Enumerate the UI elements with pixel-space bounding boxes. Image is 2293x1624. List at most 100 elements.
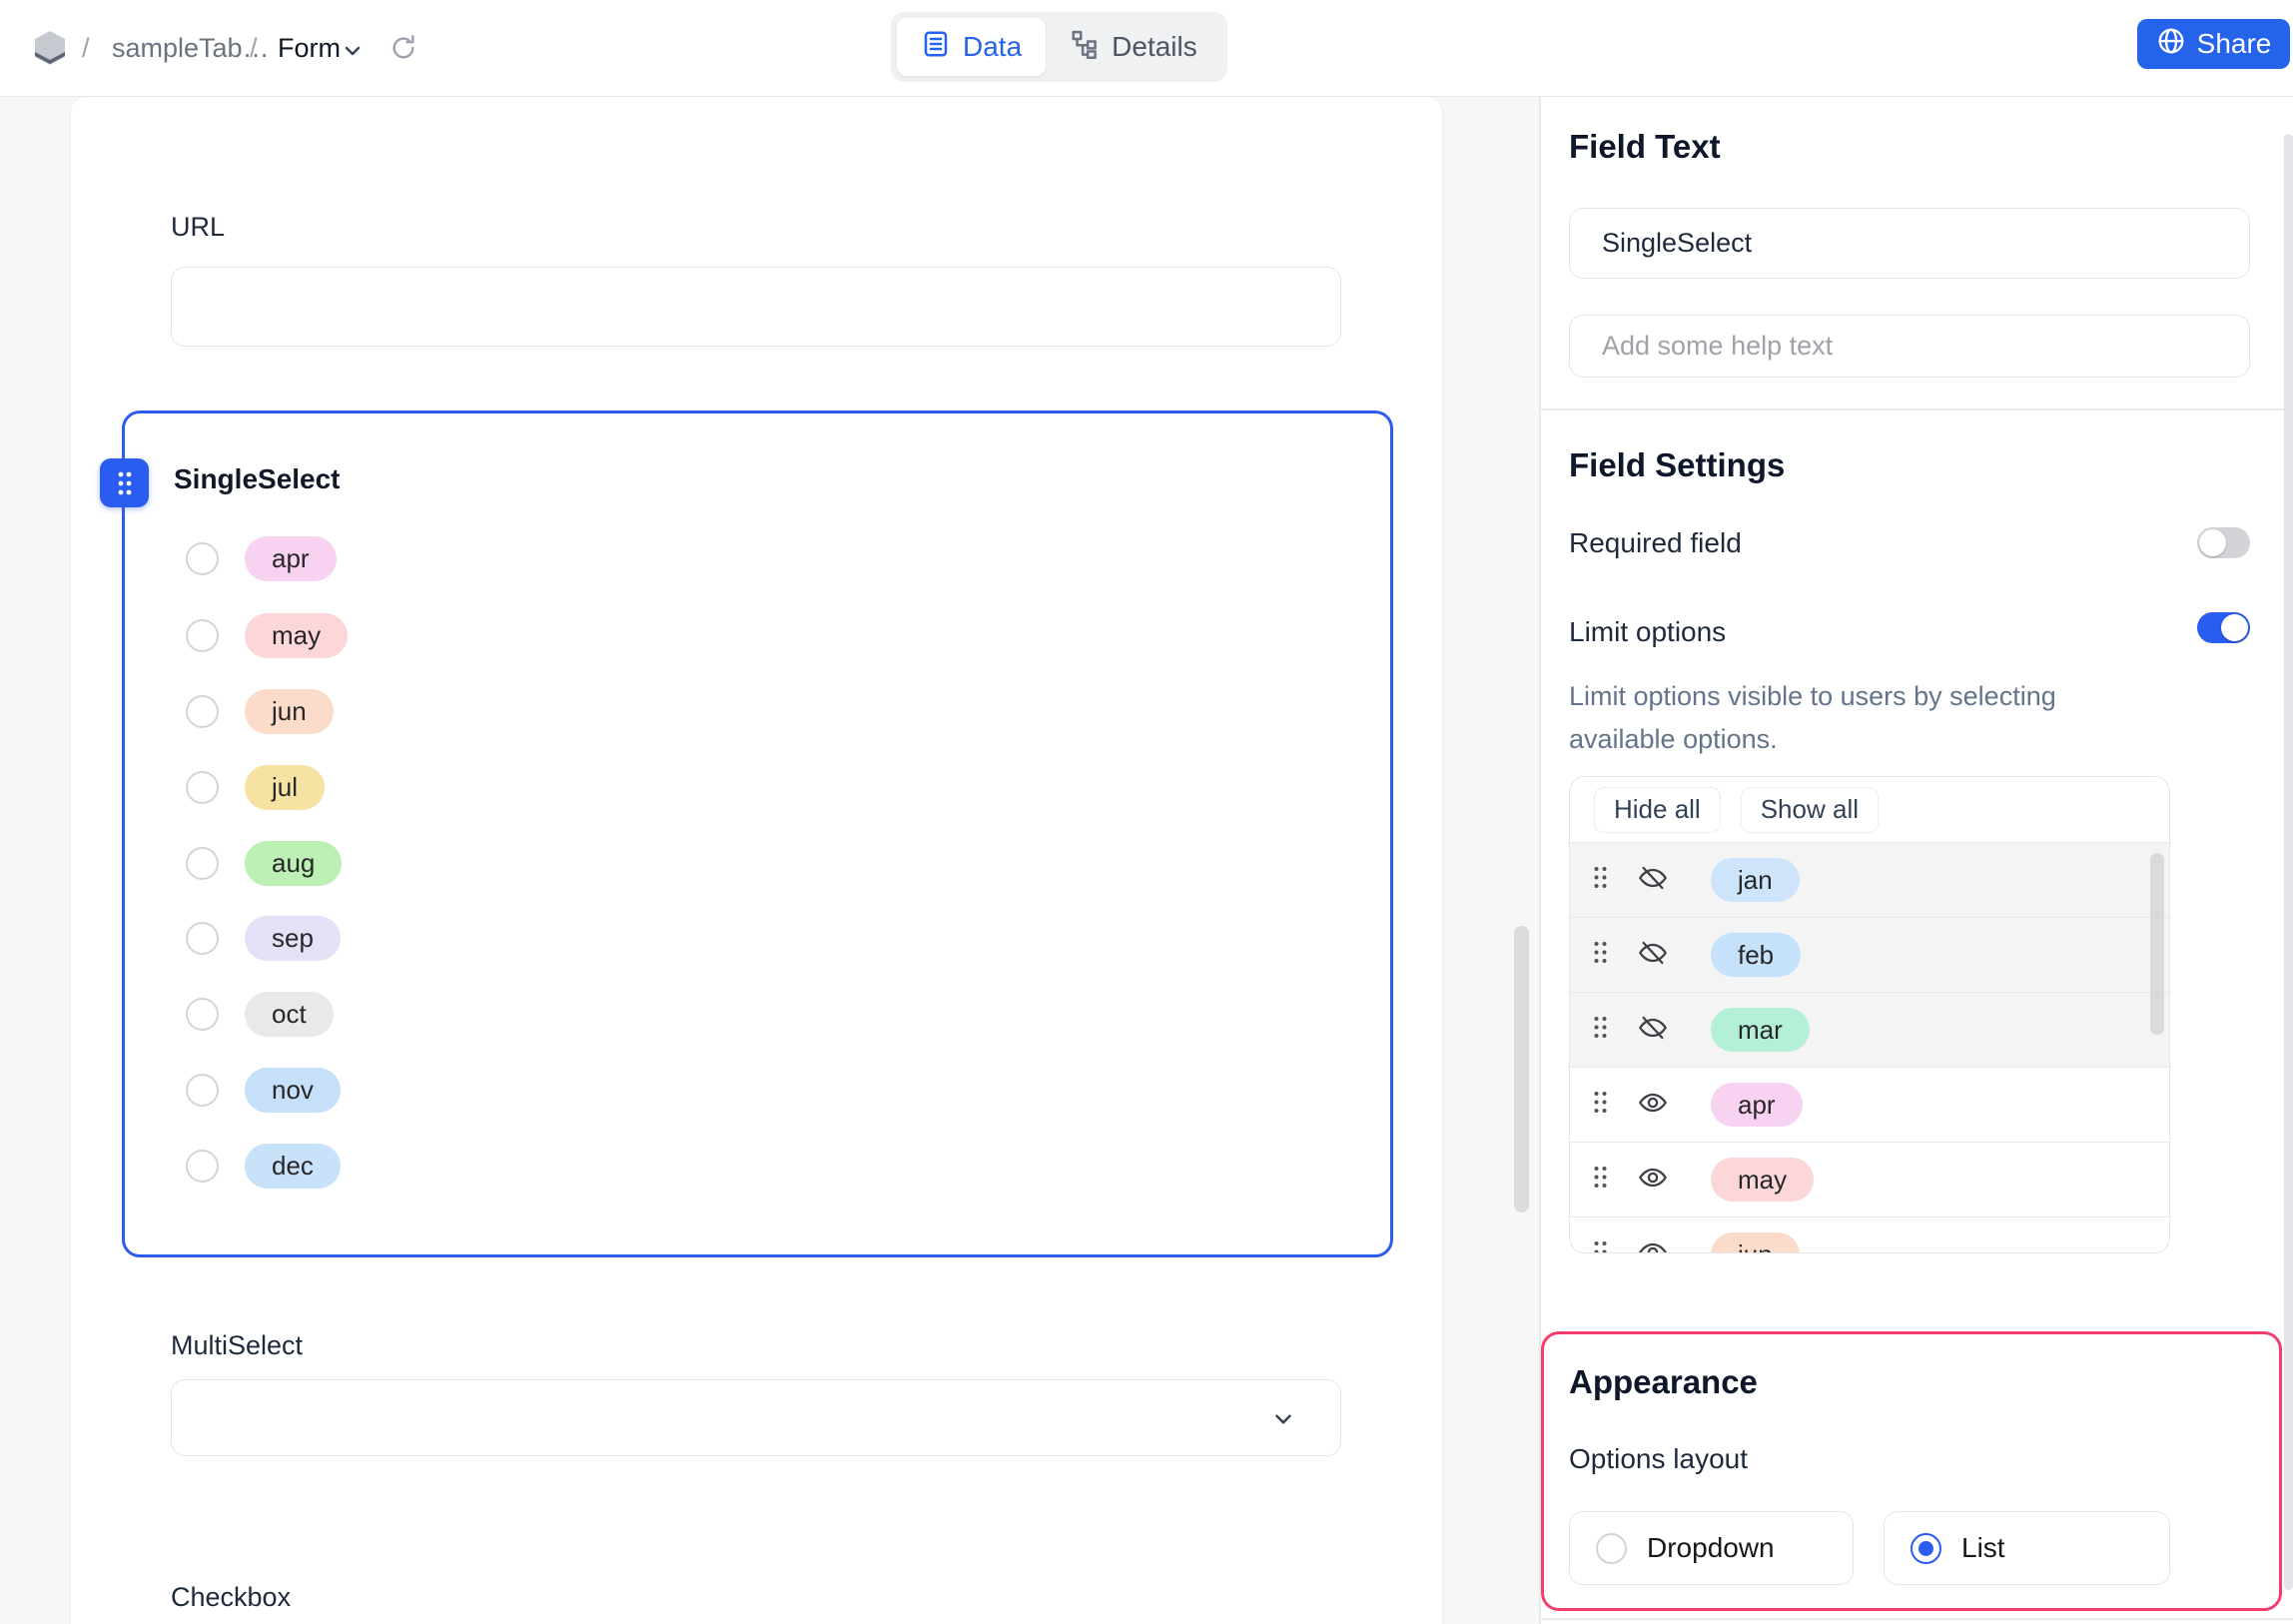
share-button[interactable]: Share (2137, 19, 2290, 69)
limit-options-toggle[interactable] (2197, 612, 2250, 643)
app-root: / sampleTab… / Form Data Details Share U… (0, 0, 2293, 1624)
single-select-title: SingleSelect (174, 463, 341, 494)
top-header: / sampleTab… / Form Data Details Share (0, 0, 2293, 97)
tab-details-label: Details (1112, 31, 1197, 62)
multi-select-dropdown[interactable] (171, 1379, 1341, 1456)
canvas-scrollbar[interactable] (1514, 926, 1529, 1213)
section-divider (1541, 1618, 2293, 1620)
grip-dots-icon[interactable] (1592, 1089, 1609, 1121)
options-list-header: Hide all Show all (1570, 777, 2169, 843)
tab-details[interactable]: Details (1046, 18, 1221, 76)
show-all-button[interactable]: Show all (1740, 786, 1879, 833)
option-row-oct[interactable]: oct (186, 991, 334, 1037)
limit-options-label: Limit options (1569, 616, 1727, 647)
option-pill: apr (245, 535, 337, 581)
radio-icon[interactable] (186, 921, 219, 955)
required-field-label: Required field (1569, 527, 1742, 558)
list-row-mar[interactable]: mar (1570, 993, 2169, 1068)
grip-dots-icon[interactable] (1592, 939, 1609, 971)
option-pill: jan (1711, 858, 1800, 902)
option-pill: oct (245, 991, 334, 1037)
options-layout-label: Options layout (1569, 1443, 1748, 1474)
data-doc-icon (921, 29, 951, 66)
option-pill: apr (1711, 1083, 1803, 1127)
url-field-label: URL (171, 212, 226, 242)
layout-choice-list[interactable]: List (1884, 1511, 2170, 1585)
hide-all-button[interactable]: Hide all (1594, 786, 1721, 833)
radio-icon[interactable] (186, 1073, 219, 1107)
option-pill: may (245, 612, 349, 658)
checkbox-field-label: Checkbox (171, 1582, 292, 1612)
layout-choice-dropdown[interactable]: Dropdown (1569, 1511, 1854, 1585)
globe-icon (2156, 26, 2186, 63)
option-pill: aug (245, 840, 343, 886)
radio-icon[interactable] (186, 541, 219, 575)
option-row-apr[interactable]: apr (186, 535, 337, 581)
option-pill: feb (1711, 933, 1802, 977)
layout-choice-label: List (1961, 1532, 2005, 1563)
options-list-scrollbar[interactable] (2150, 853, 2164, 1035)
limit-options-description: Limit options visible to users by select… (1569, 681, 2056, 754)
chevron-down-icon[interactable] (341, 39, 365, 68)
breadcrumb-view[interactable]: Form (278, 33, 341, 64)
option-row-jun[interactable]: jun (186, 688, 334, 734)
list-row-jan[interactable]: jan (1570, 843, 2169, 918)
toggle-knob (2199, 529, 2226, 556)
option-row-aug[interactable]: aug (186, 840, 343, 886)
option-row-nov[interactable]: nov (186, 1067, 341, 1113)
grip-dots-icon (118, 471, 131, 494)
url-field-input[interactable] (171, 267, 1341, 347)
eye-icon[interactable] (1637, 1236, 1669, 1252)
eye-off-icon[interactable] (1637, 1012, 1669, 1049)
list-row-may[interactable]: may (1570, 1143, 2169, 1218)
eye-off-icon[interactable] (1637, 862, 1669, 899)
radio-icon[interactable] (186, 997, 219, 1031)
app-logo-icon[interactable] (34, 30, 66, 71)
radio-icon[interactable] (186, 618, 219, 652)
grip-dots-icon[interactable] (1592, 1014, 1609, 1046)
eye-icon[interactable] (1637, 1087, 1669, 1124)
option-row-sep[interactable]: sep (186, 915, 341, 961)
option-pill: jun (1711, 1232, 1800, 1252)
grip-dots-icon[interactable] (1592, 1238, 1609, 1252)
option-pill: jun (245, 688, 334, 734)
field-name-input[interactable] (1569, 208, 2250, 279)
option-pill: mar (1711, 1008, 1810, 1052)
breadcrumb-table[interactable]: sampleTab… (112, 33, 270, 64)
tab-data[interactable]: Data (897, 18, 1047, 76)
radio-icon[interactable] (186, 846, 219, 880)
grip-dots-icon[interactable] (1592, 864, 1609, 896)
details-hierarchy-icon (1070, 29, 1100, 66)
share-label: Share (2196, 28, 2272, 59)
limit-options-list: Hide all Show all jan feb mar apr may (1569, 776, 2170, 1253)
field-help-text-input[interactable] (1569, 315, 2250, 378)
chevron-down-icon (1270, 1406, 1296, 1437)
section-divider (1541, 408, 2293, 410)
option-row-may[interactable]: may (186, 612, 349, 658)
refresh-icon[interactable] (389, 34, 417, 67)
option-pill: sep (245, 915, 341, 961)
radio-icon[interactable] (186, 1149, 219, 1183)
list-row-feb[interactable]: feb (1570, 918, 2169, 993)
appearance-heading: Appearance (1569, 1363, 1758, 1400)
grip-dots-icon[interactable] (1592, 1164, 1609, 1196)
required-field-toggle[interactable] (2197, 527, 2250, 558)
eye-off-icon[interactable] (1637, 937, 1669, 974)
option-row-jul[interactable]: jul (186, 764, 326, 810)
view-mode-switch: Data Details (891, 12, 1227, 82)
radio-icon[interactable] (186, 770, 219, 804)
radio-selected-icon (1911, 1532, 1941, 1564)
option-pill: may (1711, 1158, 1815, 1202)
tab-data-label: Data (963, 31, 1023, 62)
panel-scrollbar[interactable] (2284, 134, 2293, 1590)
layout-choice-label: Dropdown (1647, 1532, 1775, 1563)
option-row-dec[interactable]: dec (186, 1143, 341, 1189)
option-pill: dec (245, 1143, 341, 1189)
eye-icon[interactable] (1637, 1162, 1669, 1199)
radio-icon[interactable] (186, 694, 219, 728)
multi-select-label: MultiSelect (171, 1330, 304, 1360)
option-pill: jul (245, 764, 326, 810)
list-row-jun[interactable]: jun (1570, 1218, 2169, 1252)
list-row-apr[interactable]: apr (1570, 1068, 2169, 1143)
field-drag-handle[interactable] (100, 458, 149, 507)
